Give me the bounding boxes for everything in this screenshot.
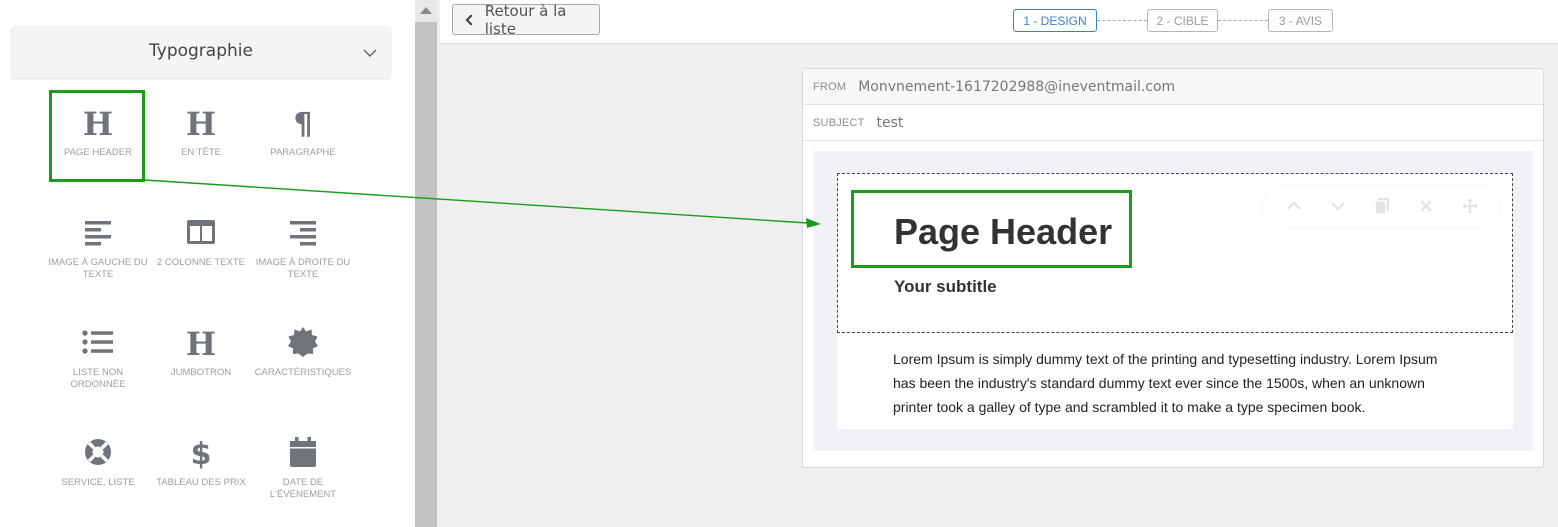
drag-move-icon[interactable] <box>1459 195 1481 217</box>
app-root: Typographie H PAGE HEADER H EN TÊTE ¶ PA… <box>0 0 1558 527</box>
block-palette-sidebar: Typographie H PAGE HEADER H EN TÊTE ¶ PA… <box>0 0 415 527</box>
align-left-icon <box>85 221 111 246</box>
heading-icon: H <box>186 106 216 138</box>
step-connector <box>1218 20 1268 21</box>
tile-label: TABLEAU DES PRIX <box>156 477 246 488</box>
list-icon <box>82 330 113 354</box>
tile-label: CARACTÉRISTIQUES <box>254 367 352 378</box>
paragraph-icon: ¶ <box>293 107 312 138</box>
life-ring-icon <box>85 439 111 465</box>
scroll-up-button[interactable] <box>415 0 437 22</box>
heading-icon: H <box>186 326 216 358</box>
sidebar-scrollbar[interactable] <box>415 0 437 527</box>
back-label: Retour à la liste <box>484 1 567 38</box>
from-label: FROM <box>813 80 847 93</box>
page-header-subtitle[interactable]: Your subtitle <box>894 277 997 297</box>
section-title: Typographie <box>149 41 253 61</box>
chevron-left-icon <box>465 13 473 26</box>
step-cible[interactable]: 2 - CIBLE <box>1147 9 1218 32</box>
chevron-down-icon <box>363 49 377 58</box>
tile-caracteristiques[interactable]: CARACTÉRISTIQUES <box>253 323 353 379</box>
dollar-icon: $ <box>191 437 212 469</box>
tile-highlight-annotation <box>49 90 145 182</box>
tile-label: DATE DE L'ÉVÉNEMENT <box>269 477 337 500</box>
canvas-highlight-annotation <box>851 190 1132 268</box>
from-field[interactable]: FROM Monvnement-1617202988@ineventmail.c… <box>803 69 1543 105</box>
step-connector <box>1097 20 1147 21</box>
tile-image-left[interactable]: IMAGE À GAUCHE DU TEXTE <box>48 213 148 281</box>
tile-label: PARAGRAPHE <box>270 147 336 158</box>
copy-icon[interactable] <box>1371 195 1393 217</box>
tile-tableau-prix[interactable]: $ TABLEAU DES PRIX <box>151 433 251 489</box>
svg-text:H: H <box>186 326 216 358</box>
badge-icon <box>288 327 318 357</box>
tile-service-liste[interactable]: SERVICE, LISTE <box>48 433 148 489</box>
svg-text:¶: ¶ <box>293 107 312 138</box>
columns-icon <box>187 220 215 244</box>
tile-label: LISTE NON ORDONNÉE <box>70 367 126 390</box>
tile-label: SERVICE, LISTE <box>61 477 135 488</box>
svg-text:$: $ <box>191 437 212 469</box>
tile-unordered-list[interactable]: LISTE NON ORDONNÉE <box>48 323 148 391</box>
email-editor-card: FROM Monvnement-1617202988@ineventmail.c… <box>802 68 1544 468</box>
move-up-icon[interactable] <box>1283 195 1305 217</box>
calendar-icon <box>290 437 316 467</box>
move-down-icon[interactable] <box>1327 195 1349 217</box>
subject-label: SUBJECT <box>813 116 865 129</box>
tile-label: EN TÊTE <box>181 147 221 158</box>
tile-jumbotron[interactable]: H JUMBOTRON <box>151 323 251 379</box>
scroll-up-arrow-icon <box>420 7 432 14</box>
align-right-icon <box>290 221 316 246</box>
subject-field[interactable]: SUBJECT test <box>803 105 1543 141</box>
tile-en-tete[interactable]: H EN TÊTE <box>151 103 251 159</box>
delete-icon[interactable] <box>1415 195 1437 217</box>
body-paragraph[interactable]: Lorem Ipsum is simply dummy text of the … <box>893 347 1463 419</box>
step-design[interactable]: 1 - DESIGN <box>1013 9 1097 32</box>
tile-label: 2 COLONNE TEXTE <box>157 257 245 268</box>
text-block[interactable]: Lorem Ipsum is simply dummy text of the … <box>837 333 1513 429</box>
tile-two-columns[interactable]: 2 COLONNE TEXTE <box>151 213 251 269</box>
typography-section-header[interactable]: Typographie <box>11 26 391 78</box>
subject-value: test <box>876 114 904 131</box>
tile-label: IMAGE À GAUCHE DU TEXTE <box>48 257 148 280</box>
step-avis[interactable]: 3 - AVIS <box>1268 9 1333 32</box>
tile-label: IMAGE À DROITE DU TEXTE <box>255 257 351 280</box>
top-bar: Retour à la liste 1 - DESIGN 2 - CIBLE 3… <box>440 0 1558 44</box>
tile-date-evenement[interactable]: DATE DE L'ÉVÉNEMENT <box>253 433 353 501</box>
from-value: Monvnement-1617202988@ineventmail.com <box>858 78 1176 95</box>
tile-image-right[interactable]: IMAGE À DROITE DU TEXTE <box>253 213 353 281</box>
tile-label: JUMBOTRON <box>170 367 232 378</box>
back-to-list-button[interactable]: Retour à la liste <box>452 1 600 38</box>
svg-text:H: H <box>186 106 216 138</box>
block-toolbar <box>1264 186 1500 226</box>
tile-paragraphe[interactable]: ¶ PARAGRAPHE <box>253 103 353 159</box>
